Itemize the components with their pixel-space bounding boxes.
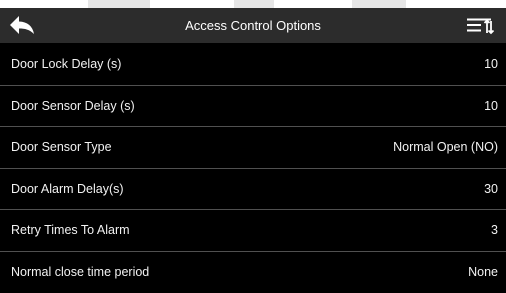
setting-row-retry-times-to-alarm[interactable]: Retry Times To Alarm 3 bbox=[0, 210, 506, 252]
setting-label: Normal close time period bbox=[11, 264, 150, 279]
setting-value: None bbox=[468, 264, 498, 279]
device-screen: Access Control Options Door Lock Delay (… bbox=[0, 0, 506, 293]
setting-value: 3 bbox=[491, 223, 498, 237]
top-edge-mark bbox=[88, 0, 150, 8]
setting-row-door-sensor-type[interactable]: Door Sensor Type Normal Open (NO) bbox=[0, 127, 506, 169]
setting-value: 10 bbox=[484, 57, 498, 71]
sort-menu-icon bbox=[467, 18, 494, 34]
menu-button[interactable] bbox=[460, 10, 500, 41]
top-edge-mark bbox=[234, 0, 274, 8]
settings-list: Door Lock Delay (s) 10 Door Sensor Delay… bbox=[0, 44, 506, 293]
page-title: Access Control Options bbox=[185, 18, 321, 33]
setting-label: Door Sensor Delay (s) bbox=[11, 98, 135, 113]
setting-label: Door Lock Delay (s) bbox=[11, 57, 122, 71]
setting-label: Retry Times To Alarm bbox=[11, 223, 130, 237]
top-edge bbox=[0, 0, 506, 8]
header-bar: Access Control Options bbox=[0, 8, 506, 43]
setting-value: 10 bbox=[484, 98, 498, 113]
setting-row-door-lock-delay[interactable]: Door Lock Delay (s) 10 bbox=[0, 44, 506, 86]
setting-row-door-sensor-delay[interactable]: Door Sensor Delay (s) 10 bbox=[0, 86, 506, 127]
top-edge-mark bbox=[352, 0, 406, 8]
setting-value: Normal Open (NO) bbox=[393, 140, 498, 154]
setting-row-door-alarm-delay[interactable]: Door Alarm Delay(s) 30 bbox=[0, 169, 506, 210]
back-arrow-icon bbox=[10, 16, 34, 34]
setting-label: Door Sensor Type bbox=[11, 140, 112, 154]
setting-value: 30 bbox=[484, 181, 498, 196]
setting-row-normal-close-time-period[interactable]: Normal close time period None bbox=[0, 252, 506, 293]
setting-label: Door Alarm Delay(s) bbox=[11, 181, 124, 196]
back-button[interactable] bbox=[4, 9, 40, 41]
